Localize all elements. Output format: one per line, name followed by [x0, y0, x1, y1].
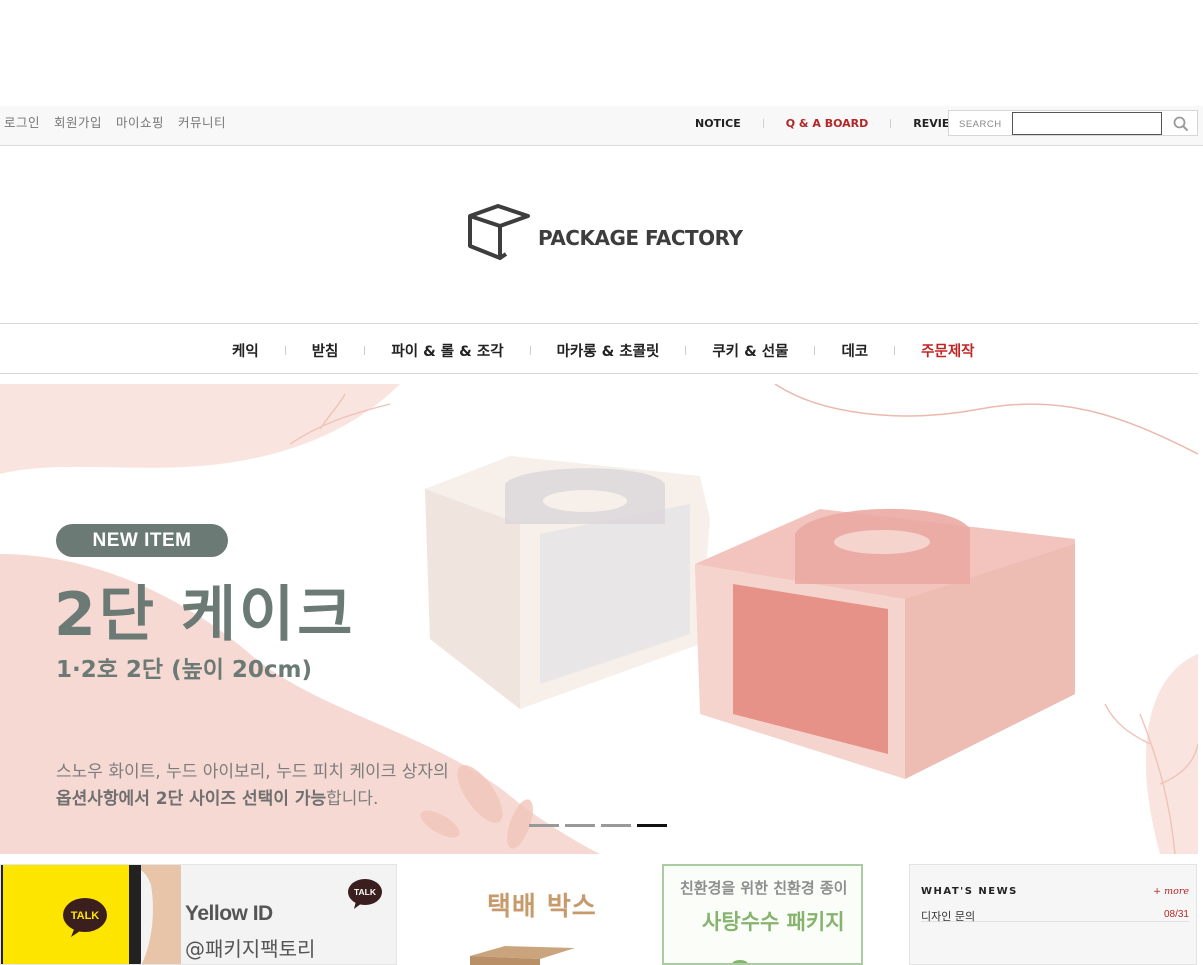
banner-description: 옵션사항에서 2단 사이즈 선택이 가능합니다.: [56, 784, 378, 809]
slide-dot[interactable]: [601, 824, 631, 827]
category-board[interactable]: 받침: [312, 340, 339, 361]
white-cake-box: [425, 456, 710, 709]
search-box: SEARCH: [948, 110, 1198, 136]
top-bar: 로그인 회원가입 마이쇼핑 커뮤니티 NOTICE Q & A BOARD RE…: [0, 106, 1203, 146]
divider: [762, 119, 764, 128]
search-label: SEARCH: [959, 119, 1002, 130]
banner-description-rest: 합니다.: [326, 789, 379, 809]
category-custom-order[interactable]: 주문제작: [921, 340, 974, 361]
banner-subtitle: 1·2호 2단 (높이 20cm): [56, 657, 313, 683]
slide-dot[interactable]: [565, 824, 595, 827]
board-nav: NOTICE Q & A BOARD REVIEW: [695, 117, 962, 130]
community-link[interactable]: 커뮤니티: [178, 112, 226, 131]
banner-description: 스노우 화이트, 누드 아이보리, 누드 피치 케이크 상자의: [56, 762, 449, 782]
eco-package-banner[interactable]: 친환경을 위한 친환경 종이 사탕수수 패키지: [662, 864, 863, 965]
myshop-link[interactable]: 마이쇼핑: [116, 112, 164, 131]
utility-links: 로그인 회원가입 마이쇼핑 커뮤니티: [4, 112, 226, 131]
logo-text: PACKAGE FACTORY: [538, 226, 743, 250]
divider: [894, 346, 896, 355]
search-button[interactable]: [1171, 114, 1191, 134]
divider: [529, 346, 531, 355]
category-deco[interactable]: 데코: [841, 340, 868, 361]
yellow-id-handle: @패키지팩토리: [185, 933, 315, 964]
new-item-badge: NEW ITEM: [56, 524, 228, 557]
news-more-link[interactable]: + more: [1153, 886, 1189, 897]
divider: [814, 346, 816, 355]
banner-title: 2단 케이크: [54, 580, 356, 650]
category-cake[interactable]: 케익: [232, 340, 259, 361]
kakao-talk-icon: TALK: [348, 879, 382, 909]
divider: [364, 346, 366, 355]
cardboard-box-image: [470, 946, 575, 965]
pink-cake-box: [695, 508, 1075, 779]
slide-dot[interactable]: [529, 824, 559, 827]
join-link[interactable]: 회원가입: [54, 112, 102, 131]
talk-badge-text: TALK: [354, 887, 377, 897]
category-pie-roll[interactable]: 파이 & 롤 & 조각: [391, 340, 503, 361]
box-logo-icon: [468, 204, 530, 260]
slide-dot-active[interactable]: [637, 824, 667, 827]
login-link[interactable]: 로그인: [4, 112, 40, 131]
main-banner[interactable]: NEW ITEM 2단 케이크 1·2호 2단 (높이 20cm) 스노우 화이…: [0, 384, 1198, 854]
search-input[interactable]: [1012, 112, 1162, 135]
category-macaron[interactable]: 마카롱 & 초콜릿: [557, 340, 660, 361]
divider: [890, 119, 892, 128]
qa-board-link[interactable]: Q & A BOARD: [786, 117, 869, 130]
banner-description-bold: 옵션사항에서 2단 사이즈 선택이 가능: [56, 789, 327, 809]
site-logo[interactable]: PACKAGE FACTORY: [466, 200, 743, 262]
yellow-id-title: Yellow ID: [185, 902, 273, 925]
news-item-date: 08/31: [1163, 909, 1189, 920]
whats-news-panel: WHAT'S NEWS + more 디자인 문의 08/31: [909, 864, 1197, 965]
sugarcane-leaf-icon: [732, 960, 748, 963]
kakao-yellowid-banner[interactable]: TALK TALK Yellow ID @패키지팩토리: [0, 864, 397, 965]
slide-indicators: [529, 824, 667, 827]
category-cookie-gift[interactable]: 쿠키 & 선물: [712, 340, 788, 361]
notice-link[interactable]: NOTICE: [695, 117, 741, 130]
news-title: WHAT'S NEWS: [921, 886, 1018, 897]
divider: [685, 346, 687, 355]
phone-hand-image: TALK: [1, 865, 181, 964]
divider: [284, 346, 286, 355]
news-item-title: 디자인 문의: [921, 910, 976, 923]
talk-icon-text: TALK: [71, 910, 100, 922]
category-nav: 케익 받침 파이 & 롤 & 조각 마카롱 & 초콜릿 쿠키 & 선물 데코 주…: [0, 323, 1198, 374]
news-item[interactable]: 디자인 문의 08/31: [921, 908, 1189, 923]
search-icon: [1173, 116, 1189, 132]
delivery-box-banner[interactable]: 택배 박스: [410, 864, 650, 965]
